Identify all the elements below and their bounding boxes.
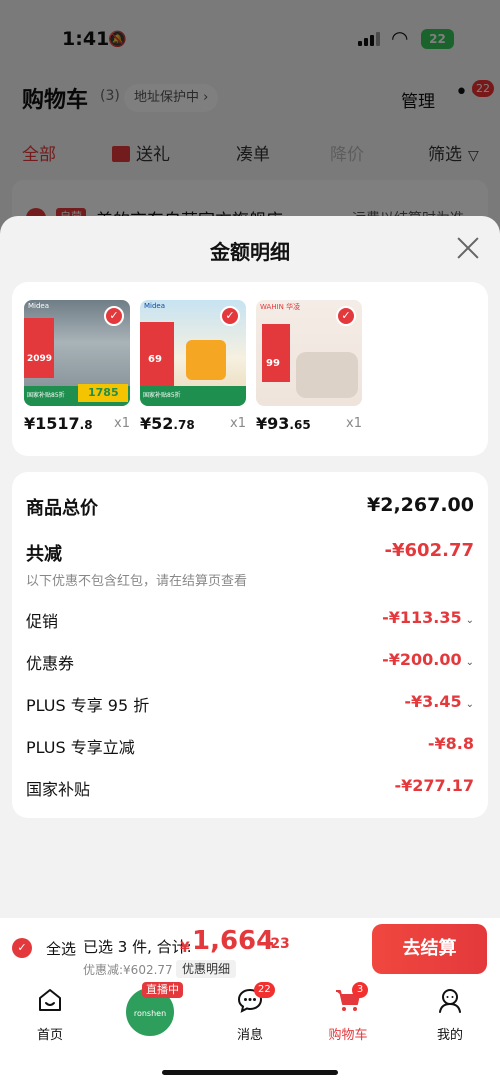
detail-row-plus-discount[interactable]: PLUS 专享 95 折 -¥3.45 ⌄ <box>26 692 474 716</box>
detail-label: 国家补贴 <box>26 780 91 799</box>
reduce-value: -¥602.77 <box>384 540 474 561</box>
product-qty: x1 <box>346 416 362 431</box>
tab-cart[interactable]: 3 购物车 <box>318 982 378 1043</box>
product-card[interactable]: Midea 国家补贴85折 1785 2099 ✓ ¥1517.8 x1 <box>24 300 130 436</box>
live-tag: 直播中 <box>142 982 183 998</box>
detail-value: -¥200.00 ⌄ <box>382 650 474 669</box>
cart-badge: 3 <box>352 982 368 998</box>
check-icon: ✓ <box>336 306 356 326</box>
tab-label: 首页 <box>36 1028 63 1043</box>
reduce-row: 共减 -¥602.77 <box>26 540 474 565</box>
total-row: 商品总价 ¥2,267.00 <box>26 494 474 519</box>
chevron-down-icon: ⌄ <box>465 699 474 710</box>
discount-detail-button[interactable]: 优惠明细 <box>176 960 237 978</box>
detail-row-promo[interactable]: 促销 -¥113.35 ⌄ <box>26 608 474 632</box>
detail-label: 促销 <box>26 612 59 631</box>
total-amount: 1,664 <box>192 926 275 956</box>
chevron-down-icon: ⌄ <box>465 615 474 626</box>
check-icon: ✓ <box>104 306 124 326</box>
detail-label: PLUS 专享立减 <box>26 738 135 757</box>
detail-value: -¥8.8 <box>427 734 474 753</box>
message-badge: 22 <box>254 982 275 998</box>
select-all-checkbox[interactable]: ✓ <box>12 938 32 958</box>
product-qty: x1 <box>114 416 130 431</box>
home-icon <box>39 989 61 1011</box>
select-all-label[interactable]: 全选 <box>46 938 76 959</box>
detail-value: -¥277.17 <box>394 776 474 795</box>
product-image: Midea 国家补贴85折 58.7 69 ✓ <box>140 300 246 406</box>
product-card[interactable]: Midea 国家补贴85折 58.7 69 ✓ ¥52.78 x1 <box>140 300 246 436</box>
product-list: Midea 国家补贴85折 1785 2099 ✓ ¥1517.8 x1 Mid… <box>12 282 488 456</box>
profile-icon <box>439 989 461 1013</box>
total-decimal: .23 <box>265 936 290 952</box>
reduce-label: 共减 <box>26 544 62 565</box>
check-icon: ✓ <box>220 306 240 326</box>
discount-line: 优惠减:¥602.77 <box>83 963 173 977</box>
detail-row-coupon[interactable]: 优惠券 -¥200.00 ⌄ <box>26 650 474 674</box>
tab-bar: 首页 ronshen 直播中 22 消息 3 购物车 我的 <box>0 980 500 1043</box>
detail-value: -¥113.35 ⌄ <box>382 608 474 627</box>
tab-label: 消息 <box>236 1028 263 1043</box>
total-currency: ¥ <box>180 940 190 956</box>
reduce-note: 以下优惠不包含红包，请在结算页查看 <box>26 574 248 589</box>
chevron-down-icon: ⌄ <box>465 657 474 668</box>
selection-summary: 已选 3 件, 合计: <box>83 938 192 956</box>
price-details: 商品总价 ¥2,267.00 共减 -¥602.77 以下优惠不包含红包，请在结… <box>12 472 488 818</box>
sheet-title: 金额明细 <box>210 240 290 264</box>
tab-home[interactable]: 首页 <box>20 986 80 1043</box>
checkout-button[interactable]: 去结算 <box>372 924 487 974</box>
product-price: ¥93.65 <box>256 414 311 433</box>
detail-row-subsidy: 国家补贴 -¥277.17 <box>26 776 474 800</box>
total-value: ¥2,267.00 <box>367 494 474 516</box>
detail-label: PLUS 专享 95 折 <box>26 696 150 715</box>
close-icon[interactable] <box>454 234 482 262</box>
product-image: WAHIN 华凌 99 ✓ <box>256 300 362 406</box>
total-label: 商品总价 <box>26 498 98 519</box>
tab-profile[interactable]: 我的 <box>420 986 480 1043</box>
product-price: ¥1517.8 <box>24 414 93 433</box>
live-avatar-label: ronshen <box>133 1009 167 1018</box>
home-indicator <box>162 1070 338 1075</box>
tab-messages[interactable]: 22 消息 <box>220 982 280 1043</box>
product-image: Midea 国家补贴85折 1785 2099 ✓ <box>24 300 130 406</box>
tab-label: 购物车 <box>328 1028 368 1043</box>
detail-value: -¥3.45 ⌄ <box>404 692 474 711</box>
detail-label: 优惠券 <box>26 654 75 673</box>
product-price: ¥52.78 <box>140 414 195 433</box>
product-qty: x1 <box>230 416 246 431</box>
detail-row-plus-reduce: PLUS 专享立减 -¥8.8 <box>26 734 474 758</box>
product-card[interactable]: WAHIN 华凌 99 ✓ ¥93.65 x1 <box>256 300 362 436</box>
bottom-bar: ✓ 全选 已选 3 件, 合计: ¥ 1,664 .23 优惠减:¥602.77… <box>0 918 500 1087</box>
tab-label: 我的 <box>436 1028 463 1043</box>
